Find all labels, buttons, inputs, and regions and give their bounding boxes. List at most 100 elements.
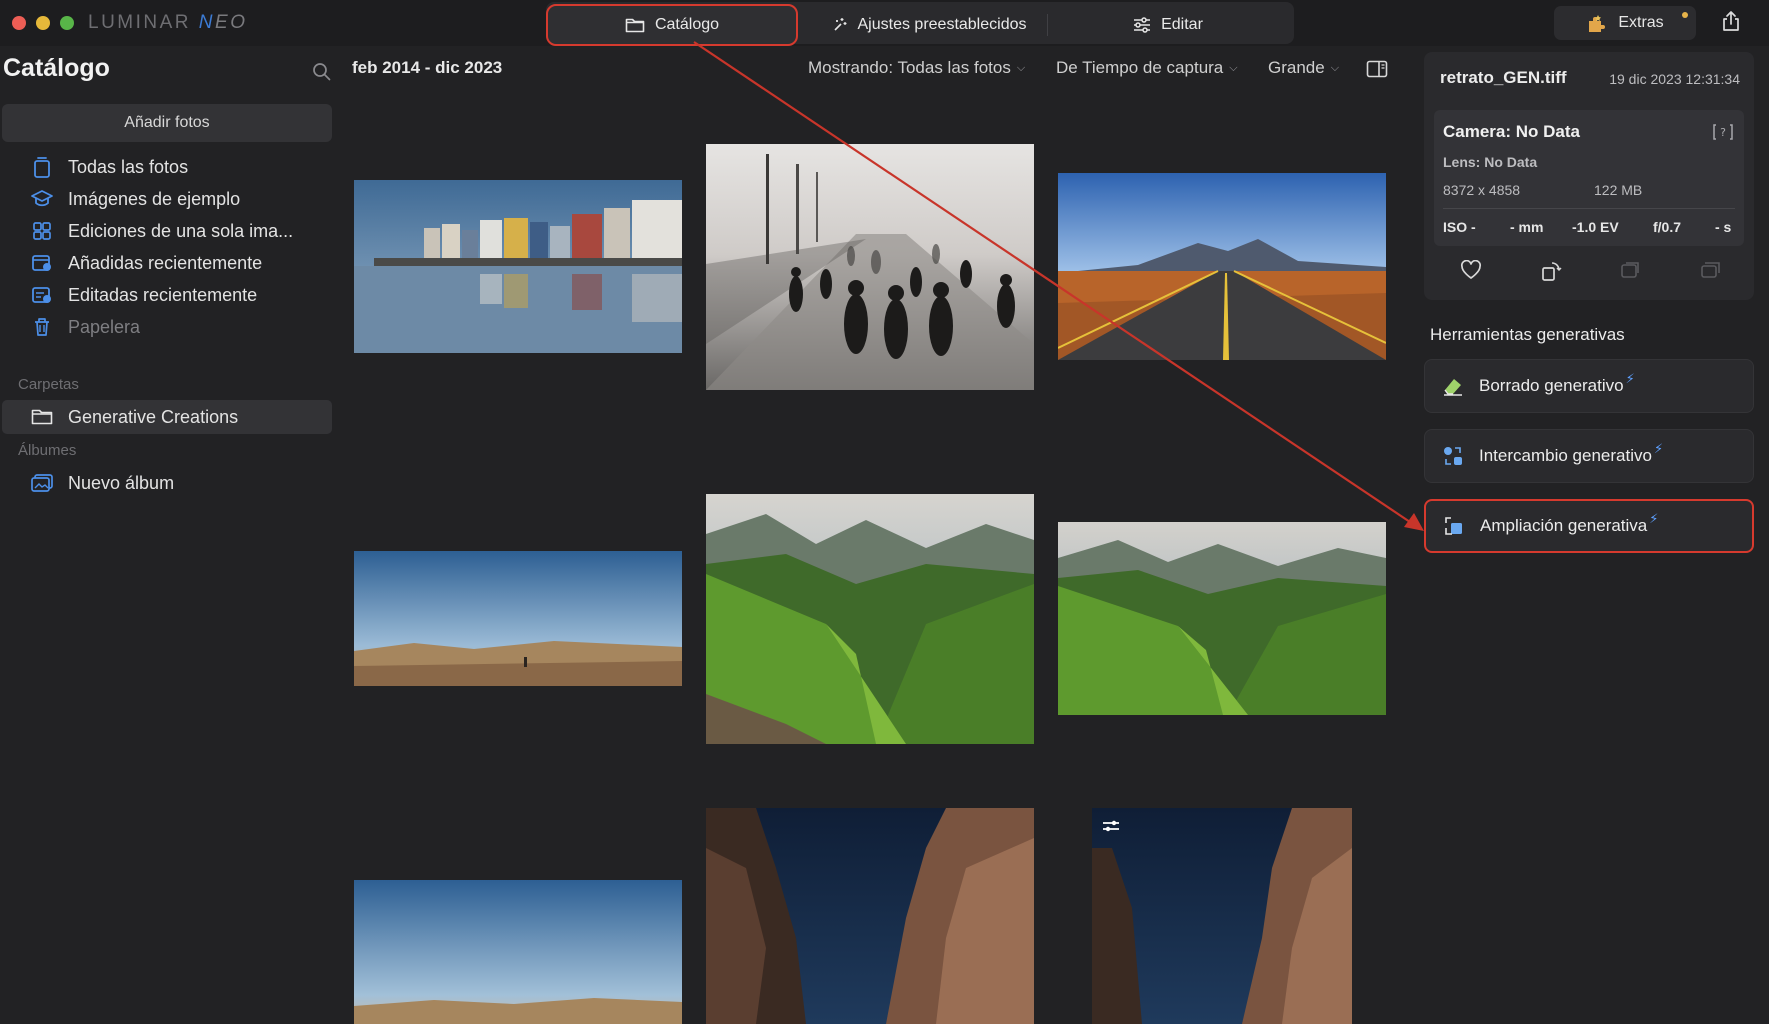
showing-filter-dropdown[interactable]: Mostrando: Todas las fotos ⌵ (808, 58, 1025, 78)
generative-swap-button[interactable]: Intercambio generativo ⚡ (1424, 429, 1754, 483)
sidebar-item-single-edits[interactable]: Ediciones de una sola ima... (2, 214, 332, 248)
photo-thumbnail[interactable] (1092, 808, 1352, 1024)
metadata-box: Camera: No Data ? Lens: No Data 8372 x 4… (1434, 110, 1744, 246)
generative-erase-button[interactable]: Borrado generativo ⚡ (1424, 359, 1754, 413)
photo-thumbnail[interactable] (354, 180, 682, 353)
sidebar-item-sample-images[interactable]: Imágenes de ejemplo (2, 182, 332, 216)
generative-expand-button[interactable]: Ampliación generativa ⚡ (1424, 499, 1754, 553)
exif-focal-length: - mm (1510, 219, 1544, 235)
photo-thumbnail[interactable] (354, 551, 682, 686)
top-bar: LUMINAR NEO Catálogo Ajustes preestablec… (0, 0, 1769, 46)
close-window-button[interactable] (12, 16, 26, 30)
compare-icon (1621, 262, 1639, 278)
photo-harbor (354, 180, 682, 353)
toggle-info-panel-button[interactable] (1366, 60, 1388, 83)
folder-icon (30, 405, 54, 429)
lens-info: Lens: No Data (1443, 154, 1538, 170)
showing-filter-label: Mostrando: Todas las fotos (808, 58, 1011, 77)
sidebar-item-recently-edited[interactable]: Editadas recientemente (2, 278, 332, 312)
app-logo: LUMINAR NEO (88, 12, 248, 33)
generative-expand-label: Ampliación generativa (1480, 516, 1648, 535)
sort-label: De Tiempo de captura (1056, 58, 1224, 77)
compare-button[interactable] (1620, 260, 1642, 285)
photo-desert-road (1058, 173, 1386, 360)
trash-icon (30, 315, 54, 339)
exif-shutter: - s (1715, 219, 1732, 235)
sidebar-item-label: Ediciones de una sola ima... (68, 220, 294, 241)
page-title: Catálogo (3, 54, 110, 82)
sidebar-item-label: Generative Creations (68, 406, 239, 427)
sidebar-item-label: Papelera (68, 316, 141, 337)
sidebar-item-label: Imágenes de ejemplo (68, 188, 241, 209)
help-icon[interactable]: ? (1712, 122, 1734, 147)
sidebar-item-trash[interactable]: Papelera (2, 310, 332, 344)
sidebar-item-label: Editadas recientemente (68, 284, 258, 305)
expand-icon (1442, 515, 1466, 537)
photo-canyon-night-edited (1092, 808, 1352, 1024)
rotate-icon (1542, 262, 1562, 281)
generative-tools-header: Herramientas generativas (1430, 325, 1625, 344)
sidebar-item-all-photos[interactable]: Todas las fotos (2, 150, 332, 184)
adjustments-icon (1102, 818, 1120, 839)
divider (1443, 208, 1735, 209)
camera-info: Camera: No Data (1443, 122, 1580, 141)
album-add-icon (30, 471, 54, 495)
image-dimensions: 8372 x 4858 (1443, 182, 1521, 198)
chevron-down-icon: ⌵ (1330, 61, 1340, 74)
recent-added-icon (30, 251, 54, 275)
sliders-icon (1134, 17, 1151, 33)
favorite-button[interactable] (1460, 259, 1482, 285)
exif-iso: ISO - (1443, 219, 1476, 235)
tab-edit[interactable]: Editar (1048, 4, 1288, 46)
search-button[interactable] (312, 62, 331, 86)
photo-desert-wide (354, 551, 682, 686)
sidebar-album-new[interactable]: Nuevo álbum (2, 466, 332, 500)
bolt-icon: ⚡ (1653, 441, 1664, 456)
swap-icon (1441, 445, 1465, 467)
thumbnail-size-dropdown[interactable]: Grande ⌵ (1268, 58, 1339, 78)
sidebar-item-label: Todas las fotos (68, 156, 189, 177)
photo-canyon-night (706, 808, 1034, 1024)
photo-green-valley (706, 494, 1034, 744)
search-icon (313, 63, 331, 81)
photos-stack-icon (30, 155, 54, 179)
sidebar-item-recently-added[interactable]: Añadidas recientemente (2, 246, 332, 280)
chevron-down-icon: ⌵ (1229, 61, 1238, 74)
stack-button[interactable] (1700, 260, 1722, 285)
exif-aperture: f/0.7 (1653, 219, 1682, 235)
minimize-window-button[interactable] (36, 16, 50, 30)
sort-dropdown[interactable]: De Tiempo de captura ⌵ (1056, 58, 1238, 78)
photo-thumbnail[interactable] (706, 144, 1034, 390)
extras-button[interactable]: Extras (1554, 6, 1696, 40)
folder-icon (625, 18, 645, 33)
grid-icon (30, 219, 54, 243)
tab-presets[interactable]: Ajustes preestablecidos (804, 4, 1054, 46)
generative-erase-label: Borrado generativo (1479, 376, 1624, 395)
stack-icon (1701, 262, 1720, 278)
sparkle-icon (833, 18, 846, 31)
sidebar-item-label: Nuevo álbum (68, 472, 175, 493)
photo-thumbnail[interactable] (1058, 522, 1386, 715)
zoom-window-button[interactable] (60, 16, 74, 30)
photo-thumbnail[interactable] (706, 808, 1034, 1024)
graduation-cap-icon (30, 187, 54, 211)
tab-catalogo[interactable]: Catálogo (546, 4, 798, 46)
image-info-card: retrato_GEN.tiff 19 dic 2023 12:31:34 Ca… (1424, 52, 1754, 300)
tab-edit-label: Editar (1161, 16, 1203, 33)
photo-thumbnail[interactable] (1058, 173, 1386, 360)
rotate-button[interactable] (1540, 260, 1562, 287)
sidebar-folder-generative-creations[interactable]: Generative Creations (2, 400, 332, 434)
file-name: retrato_GEN.tiff (1440, 68, 1567, 87)
mode-switcher: Catálogo Ajustes preestablecidos Editar (546, 2, 1294, 46)
capture-date: 19 dic 2023 12:31:34 (1609, 71, 1740, 87)
share-button[interactable] (1722, 10, 1740, 37)
size-label: Grande (1268, 58, 1325, 77)
chevron-down-icon: ⌵ (1016, 61, 1026, 74)
photo-thumbnail[interactable] (706, 494, 1034, 744)
photo-foggy-pier (706, 144, 1034, 390)
photo-thumbnail[interactable] (354, 880, 682, 1024)
add-photos-button[interactable]: Añadir fotos (2, 104, 332, 142)
albums-header: Álbumes (18, 442, 77, 459)
file-size: 122 MB (1594, 182, 1643, 198)
exif-exposure-value: -1.0 EV (1572, 219, 1619, 235)
